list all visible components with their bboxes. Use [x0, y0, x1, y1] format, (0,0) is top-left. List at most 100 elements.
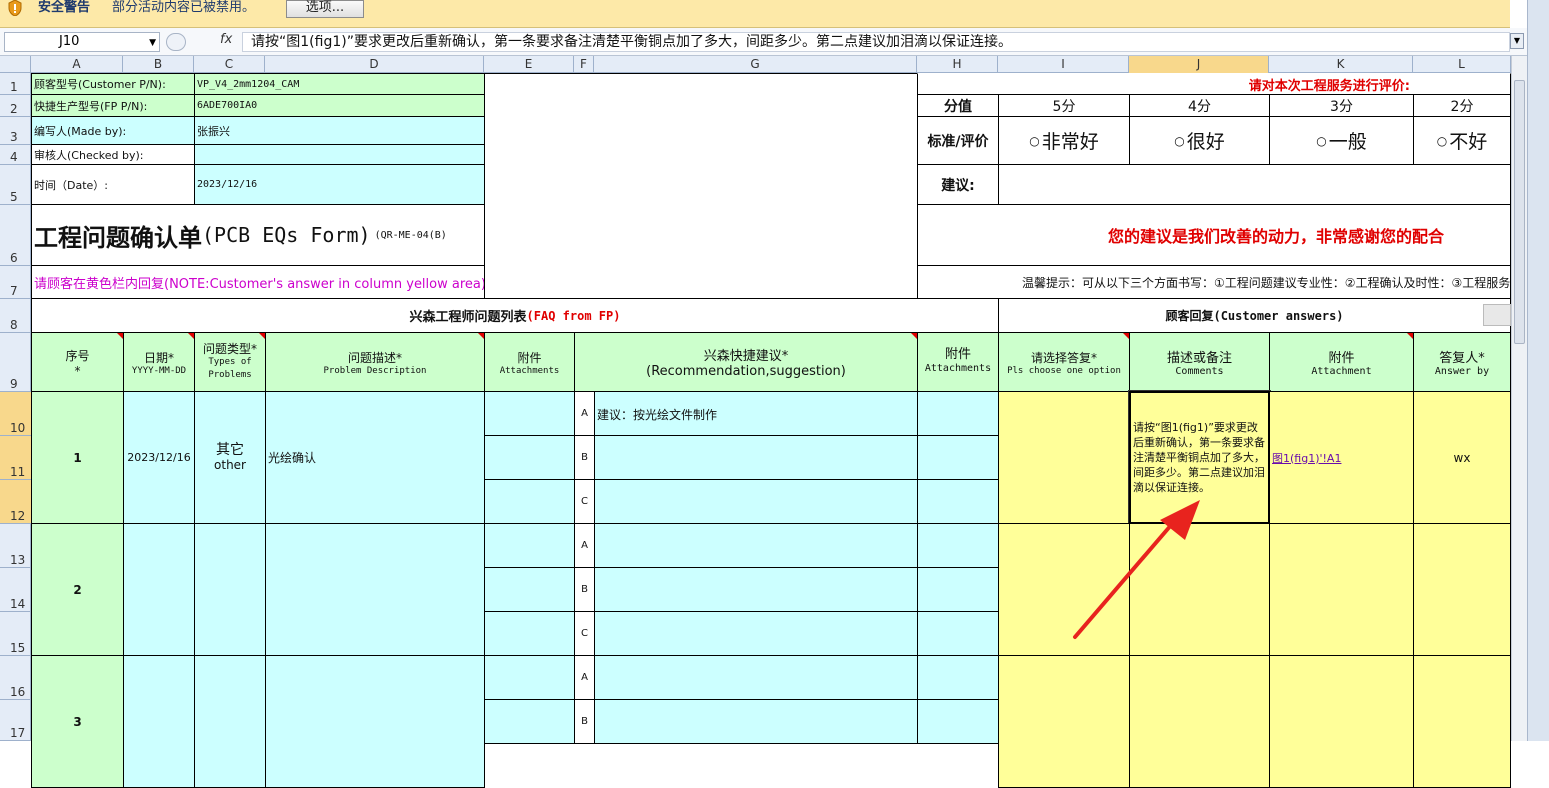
item-2-no[interactable]: 2 [31, 523, 124, 656]
row-header-5[interactable]: 5 [0, 165, 31, 205]
item-1-attach-a[interactable] [484, 391, 575, 436]
item-2-attach-b[interactable] [484, 567, 575, 612]
item-3-date[interactable] [123, 655, 195, 788]
radio-icon[interactable]: ○ [1437, 134, 1447, 148]
row-header-11[interactable]: 11 [0, 436, 31, 480]
row-header-17[interactable]: 17 [0, 700, 31, 741]
item-3-attach2-b[interactable] [917, 699, 999, 744]
scrollbar-thumb[interactable] [1514, 80, 1525, 344]
item-1-answer-by[interactable]: wx [1413, 391, 1511, 524]
date-value[interactable]: 2023/12/16 [194, 164, 485, 205]
column-header-g[interactable]: G [594, 56, 917, 73]
item-3-choose[interactable] [998, 655, 1130, 788]
item-2-recommend-c[interactable] [594, 611, 918, 656]
item-2-attach2-c[interactable] [917, 611, 999, 656]
chevron-down-icon[interactable]: ▼ [149, 34, 156, 52]
name-box[interactable]: J10 ▼ [4, 32, 160, 52]
item-1-desc[interactable]: 光绘确认 [265, 391, 485, 524]
column-header-f[interactable]: F [574, 56, 594, 73]
row-header-14[interactable]: 14 [0, 568, 31, 612]
item-1-attach2-a[interactable] [917, 391, 999, 436]
fp-pn-value[interactable]: 6ADE700IA0 [194, 94, 485, 117]
item-1-type[interactable]: 其它 other [194, 391, 266, 524]
option-good[interactable]: ○ 很好 [1129, 116, 1270, 165]
right-side-pane [1527, 0, 1549, 741]
row-header-10[interactable]: 10 [0, 392, 31, 436]
vertical-scrollbar[interactable] [1511, 56, 1527, 741]
formula-input[interactable]: 请按“图1(fig1)”要求更改后重新确认，第一条要求备注清楚平衡铜点加了多大，… [242, 32, 1510, 52]
insert-function-icon[interactable]: fx [220, 32, 232, 47]
item-3-no[interactable]: 3 [31, 655, 124, 788]
item-3-answer-by[interactable] [1413, 655, 1511, 788]
formula-cancel-icon[interactable] [166, 33, 186, 51]
option-poor[interactable]: ○ 不好 [1413, 116, 1511, 165]
options-button[interactable]: 选项... [286, 0, 364, 18]
item-3-attachment[interactable] [1269, 655, 1414, 788]
item-1-attach-b[interactable] [484, 435, 575, 480]
item-2-answer-by[interactable] [1413, 523, 1511, 656]
row-header-3[interactable]: 3 [0, 117, 31, 145]
column-header-e[interactable]: E [484, 56, 574, 73]
item-2-recommend-a[interactable] [594, 523, 918, 568]
item-3-comment[interactable] [1129, 655, 1270, 788]
item-1-date[interactable]: 2023/12/16 [123, 391, 195, 524]
select-all-corner[interactable] [0, 56, 31, 73]
item-1-recommend-b[interactable] [594, 435, 918, 480]
row-header-7[interactable]: 7 [0, 266, 31, 299]
item-3-attach-a[interactable] [484, 655, 575, 700]
column-header-j[interactable]: J [1129, 56, 1269, 73]
column-header-c[interactable]: C [194, 56, 265, 73]
item-1-recommend-a[interactable]: 建议：按光绘文件制作 [594, 391, 918, 436]
item-2-desc[interactable] [265, 523, 485, 656]
item-3-type[interactable] [194, 655, 266, 788]
item-1-recommend-c[interactable] [594, 479, 918, 524]
column-header-a[interactable]: A [31, 56, 123, 73]
row-header-1[interactable]: 1 [0, 73, 31, 95]
made-by-value[interactable]: 张振兴 [194, 116, 485, 145]
item-2-recommend-b[interactable] [594, 567, 918, 612]
item-2-attachment[interactable] [1269, 523, 1414, 656]
item-1-attachment-link[interactable]: 图1(fig1)'!A1 [1269, 391, 1414, 524]
item-2-date[interactable] [123, 523, 195, 656]
row-header-13[interactable]: 13 [0, 524, 31, 568]
item-3-attach-b[interactable] [484, 699, 575, 744]
column-header-b[interactable]: B [123, 56, 194, 73]
radio-icon[interactable]: ○ [1174, 134, 1184, 148]
row-header-12[interactable]: 12 [0, 480, 31, 524]
item-3-desc[interactable] [265, 655, 485, 788]
item-3-attach2-a[interactable] [917, 655, 999, 700]
item-2-attach-a[interactable] [484, 523, 575, 568]
row-header-4[interactable]: 4 [0, 145, 31, 165]
radio-icon[interactable]: ○ [1029, 134, 1039, 148]
item-2-attach-c[interactable] [484, 611, 575, 656]
item-1-attach2-b[interactable] [917, 435, 999, 480]
row-header-2[interactable]: 2 [0, 95, 31, 117]
item-2-attach2-b[interactable] [917, 567, 999, 612]
item-1-attach2-c[interactable] [917, 479, 999, 524]
column-header-l[interactable]: L [1413, 56, 1511, 73]
item-2-type[interactable] [194, 523, 266, 656]
row-header-16[interactable]: 16 [0, 656, 31, 700]
radio-icon[interactable]: ○ [1316, 134, 1326, 148]
item-3-recommend-a[interactable] [594, 655, 918, 700]
column-header-k[interactable]: K [1269, 56, 1413, 73]
item-1-attach-c[interactable] [484, 479, 575, 524]
column-header-i[interactable]: I [998, 56, 1129, 73]
row-header-8[interactable]: 8 [0, 299, 31, 333]
item-1-no[interactable]: 1 [31, 391, 124, 524]
row-header-6[interactable]: 6 [0, 205, 31, 266]
column-header-d[interactable]: D [265, 56, 484, 73]
suggestion-input[interactable] [998, 164, 1511, 205]
option-average[interactable]: ○ 一般 [1269, 116, 1414, 165]
security-warning-message: 部分活动内容已被禁用。 [112, 0, 256, 15]
column-header-h[interactable]: H [917, 56, 998, 73]
item-3-key-a: A [574, 655, 595, 700]
item-2-attach2-a[interactable] [917, 523, 999, 568]
option-very-good[interactable]: ○ 非常好 [998, 116, 1130, 165]
checked-by-value[interactable] [194, 144, 485, 165]
customer-pn-value[interactable]: VP_V4_2mm1204_CAM [194, 73, 485, 95]
row-header-9[interactable]: 9 [0, 333, 31, 392]
expand-formula-icon[interactable]: ▼ [1510, 33, 1524, 49]
item-3-recommend-b[interactable] [594, 699, 918, 744]
row-header-15[interactable]: 15 [0, 612, 31, 656]
